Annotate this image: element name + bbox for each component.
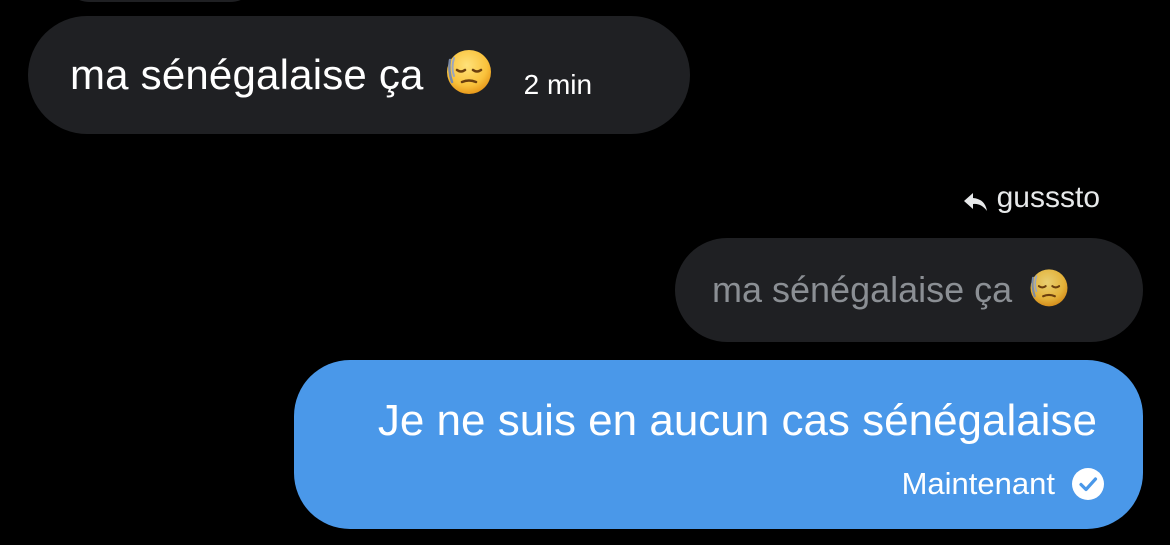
reply-arrow-icon [963,187,989,211]
received-message-timestamp: 2 min [523,69,593,100]
sent-message-meta: Maintenant [902,466,1105,502]
reply-username: gusssto [996,181,1100,214]
quoted-message-text: ma sénégalaise ça [712,269,1013,310]
received-message-bubble[interactable]: ma sénégalaise ça 2 min [28,16,690,134]
relieved-face-emoji-icon [444,46,494,96]
sent-message-status: Maintenant [901,466,1055,501]
previous-message-bubble[interactable] [60,0,260,2]
sent-message-text: Je ne suis en aucun cas sénégalaise [377,396,1097,445]
reply-context-label[interactable]: gusssto [963,178,1100,218]
relieved-face-emoji-icon [1028,266,1070,308]
check-circle-icon [1071,467,1105,501]
received-message-text: ma sénégalaise ça [70,51,424,98]
quoted-message-bubble[interactable]: ma sénégalaise ça [675,238,1143,342]
sent-message-bubble[interactable]: Je ne suis en aucun cas sénégalaise Main… [294,360,1143,529]
dm-conversation-screen: ma sénégalaise ça 2 min gusssto ma sénég… [0,0,1170,545]
